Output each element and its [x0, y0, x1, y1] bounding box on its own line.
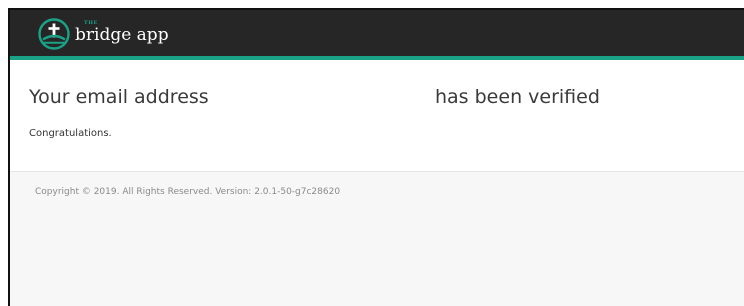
verification-card: Your email address has been verified Con… — [10, 60, 744, 172]
app-window: THE bridge app Your email address has be… — [8, 8, 744, 306]
logo-the-label: THE — [84, 20, 98, 26]
top-navbar: THE bridge app — [10, 10, 744, 60]
copyright-footer: Copyright © 2019. All Rights Reserved. V… — [35, 187, 341, 197]
email-address-heading: Your email address — [29, 86, 209, 108]
app-logo[interactable]: THE bridge app — [38, 18, 169, 50]
bridge-cross-logo-icon — [38, 18, 70, 50]
logo-wordmark: THE bridge app — [75, 18, 169, 50]
congratulations-message: Congratulations. — [29, 128, 112, 139]
verified-heading: has been verified — [435, 86, 600, 108]
